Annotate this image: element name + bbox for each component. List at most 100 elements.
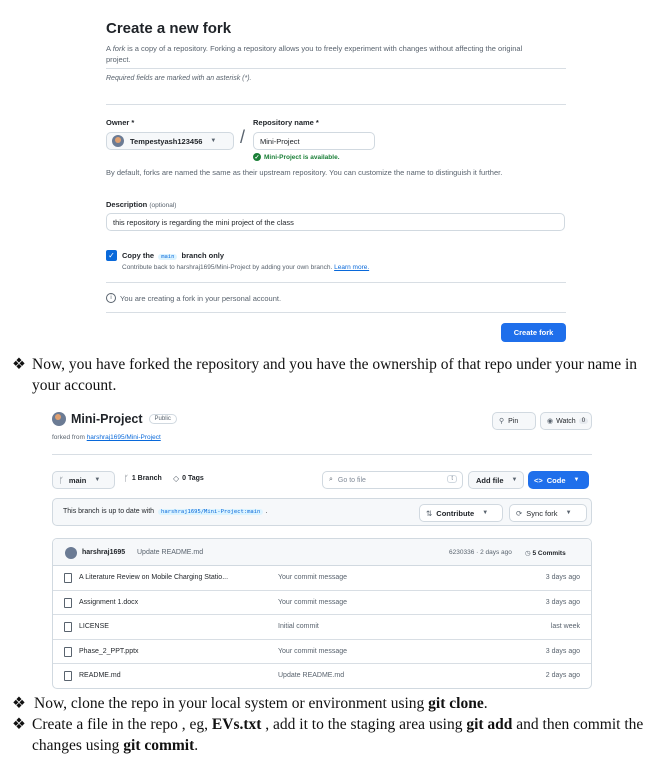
table-row[interactable]: LICENSE Initial commit last week xyxy=(53,615,591,640)
bullet-icon: ❖ xyxy=(12,356,26,373)
check-icon: ✓ xyxy=(108,251,115,260)
file-icon xyxy=(64,622,72,632)
file-commit-message[interactable]: Your commit message xyxy=(278,599,347,606)
commits-link[interactable]: ◷ 5 Commits xyxy=(525,549,566,557)
pull-request-icon: ⇅ xyxy=(426,508,433,518)
history-icon: ◷ xyxy=(525,550,531,557)
file-date: 3 days ago xyxy=(545,574,580,581)
owner-value: Tempestyash123456 xyxy=(130,136,203,146)
copy-main-label: Copy the main branch only xyxy=(122,251,225,260)
pin-icon: ⚲ xyxy=(499,418,505,425)
create-fork-form: Create a new fork A fork is a copy of a … xyxy=(106,20,566,342)
file-icon xyxy=(64,671,72,681)
file-date: 2 days ago xyxy=(545,672,580,679)
file-commit-message[interactable]: Your commit message xyxy=(278,648,347,655)
clone-note: Now, clone the repo in your local system… xyxy=(34,695,488,712)
divider xyxy=(52,454,592,455)
default-name-note: By default, forks are named the same as … xyxy=(106,168,503,177)
git-branch-icon: ᚴ xyxy=(59,475,64,485)
copy-help-text: Contribute back to harshraj1695/Mini-Pro… xyxy=(122,264,370,271)
tags-link[interactable]: ◇ 0 Tags xyxy=(173,474,204,483)
chevron-down-icon: ▼ xyxy=(94,477,101,483)
add-file-button[interactable]: Add file ▼ xyxy=(468,471,524,489)
repo-name-input[interactable]: Mini-Project xyxy=(253,132,375,150)
forked-note: Now, you have forked the repository and … xyxy=(32,356,638,394)
sync-fork-button[interactable]: ⟳ Sync fork ▼ xyxy=(509,504,587,522)
personal-account-note: i You are creating a fork in your person… xyxy=(106,293,281,303)
file-name[interactable]: README.md xyxy=(79,672,121,679)
file-commit-message[interactable]: Your commit message xyxy=(278,574,347,581)
copy-main-checkbox[interactable]: ✓ xyxy=(106,250,117,261)
branch-select[interactable]: ᚴ main ▼ xyxy=(52,471,115,489)
branches-link[interactable]: ᚴ1 Branch xyxy=(124,474,162,483)
repo-name-label: Repository name * xyxy=(253,118,319,127)
file-list: harshraj1695 Update README.md 6230336 · … xyxy=(52,538,592,689)
git-branch-icon: ᚴ xyxy=(124,474,129,483)
search-icon: ⌕ xyxy=(329,476,333,483)
file-name[interactable]: Assignment 1.docx xyxy=(79,599,138,606)
branch-status-text: This branch is up to date with harshraj1… xyxy=(63,508,268,515)
file-date: 3 days ago xyxy=(545,647,580,655)
owner-label: Owner * xyxy=(106,118,135,127)
availability-status: ✓ Mini-Project is available. xyxy=(253,153,340,161)
branch-status-bar: This branch is up to date with harshraj1… xyxy=(52,498,592,526)
instruction-paragraph: ❖ Now, clone the repo in your local syst… xyxy=(12,693,647,714)
chevron-down-icon: ▼ xyxy=(482,510,489,516)
file-date: last week xyxy=(550,623,580,630)
repo-header: Mini-Project Public xyxy=(52,412,177,426)
slash-separator: / xyxy=(240,127,246,147)
contribute-button[interactable]: ⇅ Contribute ▼ xyxy=(419,504,503,522)
instruction-paragraph: ❖ Create a file in the repo , eg, EVs.tx… xyxy=(12,714,647,756)
bullet-icon: ❖ xyxy=(12,695,26,712)
commit-author[interactable]: harshraj1695 xyxy=(82,549,125,556)
learn-more-link[interactable]: Learn more. xyxy=(334,264,369,271)
latest-commit-bar: harshraj1695 Update README.md 6230336 · … xyxy=(53,539,591,566)
eye-icon: ◉ xyxy=(547,418,554,425)
chevron-down-icon: ▼ xyxy=(573,477,580,483)
table-row[interactable]: Phase_2_PPT.pptx Your commit message 3 d… xyxy=(53,640,591,664)
file-commit-message[interactable]: Update README.md xyxy=(278,672,344,679)
table-row[interactable]: README.md Update README.md 2 days ago xyxy=(53,664,591,688)
forked-from-link[interactable]: harshraj1695/Mini-Project xyxy=(87,434,161,441)
chevron-down-icon: ▼ xyxy=(210,138,217,144)
tag-icon: ◇ xyxy=(173,474,180,483)
file-name[interactable]: LICENSE xyxy=(79,623,109,630)
divider xyxy=(106,68,566,69)
commit-note: Create a file in the repo , eg, EVs.txt … xyxy=(32,716,644,754)
page-title: Create a new fork xyxy=(106,20,232,37)
description-input[interactable]: this repository is regarding the mini pr… xyxy=(106,213,565,231)
watch-button[interactable]: ◉ Watch 0 xyxy=(540,412,592,430)
repo-name[interactable]: Mini-Project xyxy=(71,412,143,426)
table-row[interactable]: A Literature Review on Mobile Charging S… xyxy=(53,566,591,591)
divider xyxy=(106,104,566,105)
shortcut-key: t xyxy=(447,475,457,483)
file-name[interactable]: A Literature Review on Mobile Charging S… xyxy=(79,574,228,581)
code-icon: <> xyxy=(534,475,543,485)
fork-intro: A fork is a copy of a repository. Forkin… xyxy=(106,44,523,64)
table-row[interactable]: Assignment 1.docx Your commit message 3 … xyxy=(53,591,591,615)
go-to-file-input[interactable]: ⌕ Go to file t xyxy=(322,471,463,489)
chevron-down-icon: ▼ xyxy=(511,477,518,483)
upstream-ref[interactable]: harshraj1695/Mini-Project:main xyxy=(158,509,264,515)
commit-sha-time[interactable]: 6230336 · 2 days ago xyxy=(449,549,512,556)
branch-code-pill: main xyxy=(158,254,178,260)
visibility-badge: Public xyxy=(148,414,177,424)
file-icon xyxy=(64,597,72,608)
pin-button[interactable]: ⚲ Pin xyxy=(492,412,536,430)
file-name[interactable]: Phase_2_PPT.pptx xyxy=(79,648,139,655)
file-icon xyxy=(64,646,72,657)
instruction-paragraph: ❖ Now, you have forked the repository an… xyxy=(12,354,647,396)
availability-text: Mini-Project is available. xyxy=(264,153,340,161)
forked-from: forked from harshraj1695/Mini-Project xyxy=(52,434,161,441)
avatar xyxy=(65,547,77,559)
code-button[interactable]: <> Code ▼ xyxy=(528,471,589,489)
file-commit-message[interactable]: Initial commit xyxy=(278,623,319,630)
avatar xyxy=(52,412,66,426)
watch-count: 0 xyxy=(578,418,589,424)
file-date: 3 days ago xyxy=(545,598,580,606)
commit-message[interactable]: Update README.md xyxy=(137,549,203,556)
owner-select[interactable]: Tempestyash123456 ▼ xyxy=(106,132,234,150)
divider xyxy=(106,312,566,313)
create-fork-button[interactable]: Create fork xyxy=(501,323,566,342)
description-label: Description (optional) xyxy=(106,200,177,209)
